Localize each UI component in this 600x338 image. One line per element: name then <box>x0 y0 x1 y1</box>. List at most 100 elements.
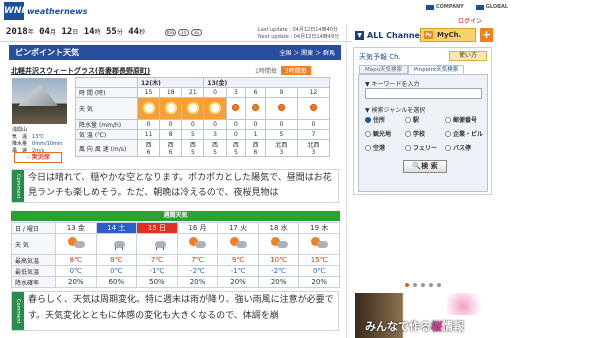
my-channel-button[interactable]: My MyCh. <box>420 28 476 42</box>
sunny-icon <box>252 104 260 111</box>
radio-icon <box>405 144 411 151</box>
radio-icon <box>365 144 371 151</box>
observation-panel: 浅間山 気 温 13℃ 降水量 0mm/10min 風 速 2m/s <box>12 127 63 154</box>
date-bar: 2018年 04月 12日 14時 55分 44秒 RSS 24 3G Last… <box>0 24 352 42</box>
radio-icon <box>365 130 371 137</box>
genre-option[interactable]: 観光地 <box>365 129 405 138</box>
radio-icon <box>445 116 451 123</box>
my-channel-icon: My <box>424 31 433 39</box>
sun-cloud-icon <box>269 236 289 250</box>
wind-row: 風 向 風 速 (m/s) 西6 西6 西5 西5 西5 西6 北西 3 北西 3 <box>75 139 331 157</box>
genre-option[interactable]: 駅 <box>405 115 445 124</box>
mobile-badge[interactable]: 3G <box>191 29 202 36</box>
comment-label: Comment <box>12 292 24 330</box>
search-button[interactable]: 🔍検 索 <box>403 160 447 173</box>
live-camera-image[interactable] <box>12 78 67 124</box>
hourly-3-tab[interactable]: 3時間毎 <box>280 66 311 75</box>
sunny-icon <box>232 104 240 111</box>
forecast-search-panel: 天気予報 Ch. 使い方 Mapo天気検索 Pinpoint天気検索 ▼ キーワ… <box>353 47 492 195</box>
sunny-icon <box>309 104 317 111</box>
help-button[interactable]: 使い方 <box>449 51 487 61</box>
comment-box: Comment 今日は晴れて、穏やかな空となります。ポカポカとした陽気で、昼間は… <box>11 169 339 203</box>
sun-cloud-icon <box>66 236 86 250</box>
weekly-weather-row: 天 気 <box>11 233 340 255</box>
hourly-1-tab[interactable]: 1時間毎 <box>255 66 277 75</box>
section-title: ピンポイント天気 <box>15 48 79 57</box>
genre-option[interactable]: 学校 <box>405 129 445 138</box>
genre-option[interactable]: 空港 <box>365 143 405 152</box>
comment-text: 今日は晴れて、穏やかな空となります。ポカポカとした陽気で、昼間はお花見ランチも楽… <box>28 173 332 198</box>
keyword-label: ▼ キーワードを入力 <box>365 81 420 88</box>
add-channel-button[interactable]: + <box>480 28 493 42</box>
pinpoint-header: ピンポイント天気 全国 ＞ 関東 ＞ 群馬 <box>9 45 341 60</box>
tab-map-search[interactable]: Mapo天気検索 <box>359 65 408 74</box>
weekly-forecast-table: 日 / 曜日 13 金 14 土 15 日 16 月 17 火 18 水 19 木 天 気 … <box>11 222 340 288</box>
search-tabs: Mapo天気検索 Pinpoint天気検索 <box>359 65 465 74</box>
genre-label: ▼ 検索ジャンルを選択 <box>365 107 426 114</box>
blossom-image <box>447 293 487 315</box>
divider <box>346 24 347 338</box>
sun-cloud-icon <box>228 236 248 250</box>
precip-row: 降水量 (mm/h) 00000000 <box>75 119 331 130</box>
logo[interactable]: WNI <box>4 2 25 20</box>
genre-option[interactable]: 郵便番号 <box>445 115 485 124</box>
radio-icon <box>405 130 411 137</box>
location-name[interactable]: 北軽井沢スウィートグラス(吾妻郡長野原町) <box>11 66 150 76</box>
genre-option[interactable]: 住所 <box>365 115 405 124</box>
pager-dot[interactable] <box>404 283 409 287</box>
rss-badge[interactable]: RSS <box>165 29 176 36</box>
sunny-icon <box>277 104 285 111</box>
pager-dot[interactable] <box>428 283 433 287</box>
sakura-ad-banner[interactable]: みんなで作る桜情報 <box>355 293 490 338</box>
update-times: Last update : 04月12日14時40分 Next update :… <box>258 27 340 40</box>
radio-icon <box>405 116 411 123</box>
radio-icon <box>445 130 451 137</box>
cloud-rain-icon <box>147 236 167 250</box>
tab-pinpoint-search[interactable]: Pinpoint天気検索 <box>407 65 465 74</box>
radio-icon <box>445 144 451 151</box>
search-panel-title: 天気予報 Ch. <box>359 53 401 61</box>
channel-bar: ▼ ALL Channel My MyCh. + <box>355 28 600 42</box>
global-link[interactable]: GLOBAL <box>475 4 508 10</box>
weekly-comment-box: Comment 春らしく、天気は周期変化。特に週末は雨が降り、強い雨風に注意が必… <box>11 291 339 331</box>
genre-option[interactable]: バス停 <box>445 143 485 152</box>
search-icon: 🔍 <box>412 162 422 170</box>
pager-dot[interactable] <box>412 283 417 287</box>
weekly-max-row: 最高気温 8℃ 8℃ 7℃ 7℃ 9℃ 10℃ 15℃ <box>11 254 340 266</box>
radio-icon <box>365 116 371 123</box>
time-row: 時 間 (時) 15 18 21 0 3 6 9 12 <box>75 87 331 98</box>
day-header: 13(金) <box>203 77 330 88</box>
weekly-min-row: 最低気温 0℃ 0℃ -1℃ -2℃ -1℃ -2℃ 0℃ <box>11 265 340 277</box>
logo-text: weathernews <box>27 7 88 16</box>
ad-text: みんなで作る桜情報 <box>365 320 464 333</box>
feed-badges: RSS 24 3G <box>165 29 202 36</box>
cloud-rain-icon <box>106 236 126 250</box>
weekly-header: 週間天気 <box>11 211 340 221</box>
all-channel-button[interactable]: ▼ ALL Channel <box>355 28 423 42</box>
day-header: 12(木) <box>136 77 205 88</box>
search-form: ▼ キーワードを入力 ▼ 検索ジャンルを選択 住所 駅 郵便番号 観光地 学校 … <box>358 74 488 192</box>
company-link[interactable]: COMPANY <box>425 4 464 10</box>
weekly-day-row: 日 / 曜日 13 金 14 土 15 日 16 月 17 火 18 水 19 木 <box>11 222 340 234</box>
top-bar: WNI weathernews COMPANY GLOBAL ログイン <box>0 0 600 25</box>
sun-cloud-icon <box>309 236 329 250</box>
pollen-badge[interactable]: ☆実況保 <box>14 152 62 163</box>
keyword-input[interactable] <box>365 88 482 99</box>
temp-row: 気 温 (℃) 11 8 5 3 0 1 5 7 <box>75 129 331 140</box>
weekly-pop-row: 降水確率 20% 60% 50% 20% 20% 20% 20% <box>11 276 340 288</box>
pager-dot[interactable] <box>436 283 441 287</box>
24h-badge[interactable]: 24 <box>178 29 189 36</box>
genre-option[interactable]: フェリー <box>405 143 445 152</box>
sun-cloud-icon <box>187 236 207 250</box>
breadcrumb[interactable]: 全国 ＞ 関東 ＞ 群馬 <box>279 48 335 57</box>
hourly-forecast-table: 12(木) 13(金) 時 間 (時) 15 18 21 0 3 6 9 12 天 気 降水量… <box>75 77 331 157</box>
square-icon <box>475 4 484 10</box>
login-link[interactable]: ログイン <box>458 16 482 25</box>
weather-row: 天 気 <box>75 97 331 120</box>
chevron-down-icon: ▼ <box>355 30 364 40</box>
sunny-icon <box>210 103 219 112</box>
square-icon <box>425 4 434 10</box>
genre-option[interactable]: 企業・ビル <box>445 129 485 138</box>
pager-dot[interactable] <box>420 283 425 287</box>
weekly-comment-text: 春らしく、天気は周期変化。特に週末は雨が降り、強い雨風に注意が必要です。天気変化… <box>28 295 334 321</box>
